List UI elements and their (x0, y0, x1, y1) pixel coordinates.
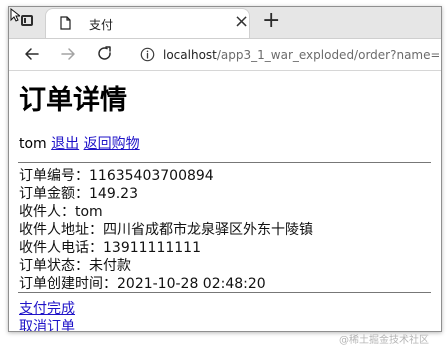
recipient-name: 收件人：tom (19, 204, 103, 220)
tab-title: 支付 (89, 18, 114, 32)
recipient-phone: 收件人电话：13911111111 (19, 240, 201, 256)
forward-arrow-icon[interactable] (59, 45, 77, 63)
browser-toolbar: localhost/app3_1_war_exploded/order?name… (9, 39, 441, 71)
tab-strip: 支付 × + (9, 7, 441, 39)
order-actions: 支付完成 取消订单 (19, 300, 75, 331)
browser-window: 支付 × + localhost/app3_1_war_exploded/ord… (8, 6, 442, 332)
return-shopping-link[interactable]: 返回购物 (84, 136, 140, 152)
order-created-time: 订单创建时间：2021-10-28 02:48:20 (19, 276, 266, 292)
page-title: 订单详情 (19, 85, 127, 116)
window-menu-icon[interactable] (21, 15, 33, 26)
address-bar[interactable]: localhost/app3_1_war_exploded/order?name… (163, 45, 439, 65)
order-number: 订单编号：11635403700894 (19, 168, 214, 184)
order-amount: 订单金额：149.23 (19, 186, 138, 202)
reload-icon[interactable] (96, 45, 114, 63)
back-arrow-icon[interactable] (23, 45, 41, 63)
order-status: 订单状态：未付款 (19, 258, 131, 274)
bottom-divider (18, 292, 431, 293)
close-icon[interactable]: × (234, 12, 249, 32)
payment-complete-link[interactable]: 支付完成 (19, 301, 75, 317)
cancel-order-link[interactable]: 取消订单 (19, 319, 75, 331)
address-host: localhost (163, 48, 217, 62)
top-divider (18, 162, 431, 163)
plus-icon[interactable]: + (262, 9, 280, 33)
order-details: 订单编号：11635403700894 订单金额：149.23 收件人：tom … (19, 167, 313, 293)
info-icon[interactable] (140, 47, 155, 62)
username: tom (19, 136, 47, 152)
recipient-address: 收件人地址：四川省成都市龙泉驿区外东十陵镇 (19, 222, 313, 238)
logout-link[interactable]: 退出 (51, 136, 79, 152)
address-path: /app3_1_war_exploded/order?name=tom& (216, 48, 439, 62)
watermark: @稀土掘金技术社区 (339, 335, 429, 346)
mouse-pointer-icon (10, 8, 20, 22)
user-navigation: tom 退出 返回购物 (19, 135, 140, 153)
browser-tab[interactable]: 支付 × (45, 8, 250, 38)
document-icon (60, 16, 71, 30)
